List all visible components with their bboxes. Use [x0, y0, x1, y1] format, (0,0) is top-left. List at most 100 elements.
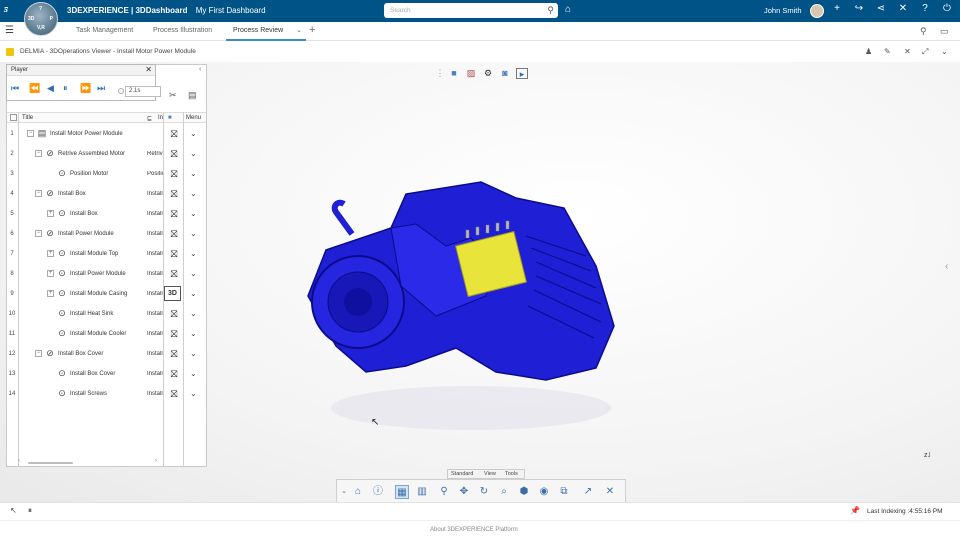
- 3d-badge[interactable]: 3D: [164, 286, 181, 301]
- scroll-thumb[interactable]: [28, 462, 73, 464]
- row-menu-chevron-icon[interactable]: ⌄: [190, 169, 197, 178]
- row-menu-chevron-icon[interactable]: ⌄: [190, 389, 197, 398]
- table-row[interactable]: 10 ⊙ Install Heat Sink Install ⛝ ⌄: [7, 304, 206, 324]
- close-icon[interactable]: ✕: [904, 47, 911, 56]
- ds-logo-icon[interactable]: ƽ: [4, 4, 18, 18]
- row-menu-chevron-icon[interactable]: ⌄: [190, 289, 197, 298]
- row-title[interactable]: Position Motor: [70, 171, 108, 177]
- last-step-icon[interactable]: ⏭: [97, 83, 105, 94]
- row-title[interactable]: Install Motor Power Module: [50, 131, 123, 137]
- player-close-icon[interactable]: ✕: [145, 65, 152, 74]
- play-icon[interactable]: ▸: [516, 68, 528, 79]
- expand-toggle-icon[interactable]: −: [35, 150, 42, 157]
- pause-icon[interactable]: ⏸: [28, 506, 32, 516]
- about-link[interactable]: About 3DEXPERIENCE Platform: [430, 527, 518, 533]
- no-3d-icon[interactable]: ⛝: [168, 308, 180, 320]
- row-title[interactable]: Install Module Top: [70, 251, 118, 257]
- drag-handle-icon[interactable]: ⋮: [434, 68, 446, 79]
- no-3d-icon[interactable]: ⛝: [168, 168, 180, 180]
- select-all-checkbox[interactable]: [10, 114, 17, 121]
- row-menu-chevron-icon[interactable]: ⌄: [190, 369, 197, 378]
- row-title[interactable]: Install Heat Sink: [70, 311, 113, 317]
- table-row[interactable]: 14 ⊙ Install Screws Install ⛝ ⌄: [7, 384, 206, 404]
- pause-icon[interactable]: ⏸: [63, 83, 68, 94]
- power-icon[interactable]: ⏻: [940, 3, 954, 14]
- horizontal-scrollbar[interactable]: ‹ ›: [18, 458, 160, 465]
- row-title[interactable]: Install Box Cover: [58, 351, 103, 357]
- rotate-icon[interactable]: ↻: [477, 485, 491, 499]
- first-step-icon[interactable]: ⏮: [11, 83, 19, 94]
- fit-icon[interactable]: ⌕: [497, 485, 511, 499]
- help-icon[interactable]: ?: [918, 3, 932, 14]
- table-row[interactable]: 12 − ⊘ Install Box Cover Install ⛝ ⌄: [7, 344, 206, 364]
- scissors-icon[interactable]: ✂: [169, 90, 177, 101]
- no-3d-icon[interactable]: ⛝: [168, 228, 180, 240]
- table-row[interactable]: 6 − ⊘ Install Power Module Install ⛝ ⌄: [7, 224, 206, 244]
- no-3d-icon[interactable]: ⛝: [168, 208, 180, 220]
- row-menu-chevron-icon[interactable]: ⌄: [190, 189, 197, 198]
- section-icon[interactable]: ▨: [465, 68, 477, 79]
- no-3d-icon[interactable]: ⛝: [168, 188, 180, 200]
- tag-icon[interactable]: ⌂: [565, 4, 571, 15]
- col-instruction-icon[interactable]: ⊑: [147, 115, 152, 122]
- row-menu-chevron-icon[interactable]: ⌄: [190, 209, 197, 218]
- row-title[interactable]: Install Power Module: [70, 271, 126, 277]
- expand-toggle-icon[interactable]: −: [27, 130, 34, 137]
- row-menu-chevron-icon[interactable]: ⌄: [190, 149, 197, 158]
- row-title[interactable]: Install Box: [58, 191, 86, 197]
- table-row[interactable]: 11 ⊙ Install Module Cooler Install ⛝ ⌄: [7, 324, 206, 344]
- row-title[interactable]: Install Module Cooler: [70, 331, 126, 337]
- row-title[interactable]: Install Box: [70, 211, 98, 217]
- chevron-down-icon[interactable]: ⌄: [941, 47, 948, 56]
- expand-toggle-icon[interactable]: −: [35, 190, 42, 197]
- row-menu-chevron-icon[interactable]: ⌄: [190, 329, 197, 338]
- expand-toggle-icon[interactable]: +: [47, 210, 54, 217]
- print-icon[interactable]: ▤: [188, 90, 197, 101]
- panel-collapse-icon[interactable]: ‹: [945, 261, 948, 272]
- no-3d-icon[interactable]: ⛝: [168, 348, 180, 360]
- toolbar-collapse-icon[interactable]: ⌄: [337, 485, 351, 499]
- row-menu-chevron-icon[interactable]: ⌄: [190, 249, 197, 258]
- no-3d-icon[interactable]: ⛝: [168, 368, 180, 380]
- dashboard-name[interactable]: My First Dashboard: [196, 6, 266, 15]
- no-3d-icon[interactable]: ⛝: [168, 268, 180, 280]
- table-row[interactable]: 8 + ⊙ Install Power Module Install ⛝ ⌄: [7, 264, 206, 284]
- row-title[interactable]: Install Screws: [70, 391, 107, 397]
- tab-tools[interactable]: Tools: [505, 471, 518, 477]
- network-icon[interactable]: ⋖: [874, 3, 888, 14]
- row-menu-chevron-icon[interactable]: ⌄: [190, 349, 197, 358]
- col-menu[interactable]: Menu: [186, 115, 201, 121]
- time-input[interactable]: 2.1s: [125, 86, 161, 97]
- expand-toggle-icon[interactable]: −: [35, 230, 42, 237]
- menu-icon[interactable]: ☰: [5, 25, 14, 36]
- table-row[interactable]: 7 + ⊙ Install Module Top Install ⛝ ⌄: [7, 244, 206, 264]
- no-3d-icon[interactable]: ⛝: [168, 328, 180, 340]
- col-title[interactable]: Title: [22, 115, 33, 121]
- row-menu-chevron-icon[interactable]: ⌄: [190, 309, 197, 318]
- user-name[interactable]: John Smith: [764, 6, 802, 15]
- tab-process-review[interactable]: Process Review: [233, 27, 283, 34]
- row-title[interactable]: Retrive Assembled Motor: [58, 151, 125, 157]
- pan-icon[interactable]: ✥: [457, 485, 471, 499]
- cube-icon[interactable]: ■: [448, 68, 460, 79]
- prev-step-icon[interactable]: ⏪: [29, 83, 40, 94]
- settings-icon[interactable]: ⚙: [482, 68, 494, 79]
- tools-icon[interactable]: ✕: [896, 3, 910, 14]
- camera-icon[interactable]: ◙: [499, 68, 511, 79]
- no-3d-icon[interactable]: ⛝: [168, 248, 180, 260]
- no-3d-icon[interactable]: ⛝: [168, 128, 180, 140]
- row-menu-chevron-icon[interactable]: ⌄: [190, 129, 197, 138]
- measure-icon[interactable]: ↗: [581, 485, 595, 499]
- scroll-left-icon[interactable]: ‹: [18, 458, 20, 464]
- add-icon[interactable]: +: [830, 3, 844, 14]
- home-icon[interactable]: ⌂: [351, 485, 365, 499]
- table-row[interactable]: 3 ⊙ Position Motor Positio ⛝ ⌄: [7, 164, 206, 184]
- tab-view[interactable]: View: [484, 471, 496, 477]
- edit-icon[interactable]: ✎: [884, 47, 891, 56]
- col-3d-icon[interactable]: ■: [168, 115, 172, 121]
- view-cube-icon[interactable]: ⬢: [517, 485, 531, 499]
- play-back-icon[interactable]: ◀: [47, 83, 54, 94]
- avatar[interactable]: [810, 4, 824, 18]
- table-row[interactable]: 1 − ▤ Install Motor Power Module ⛝ ⌄: [7, 124, 206, 144]
- no-3d-icon[interactable]: ⛝: [168, 388, 180, 400]
